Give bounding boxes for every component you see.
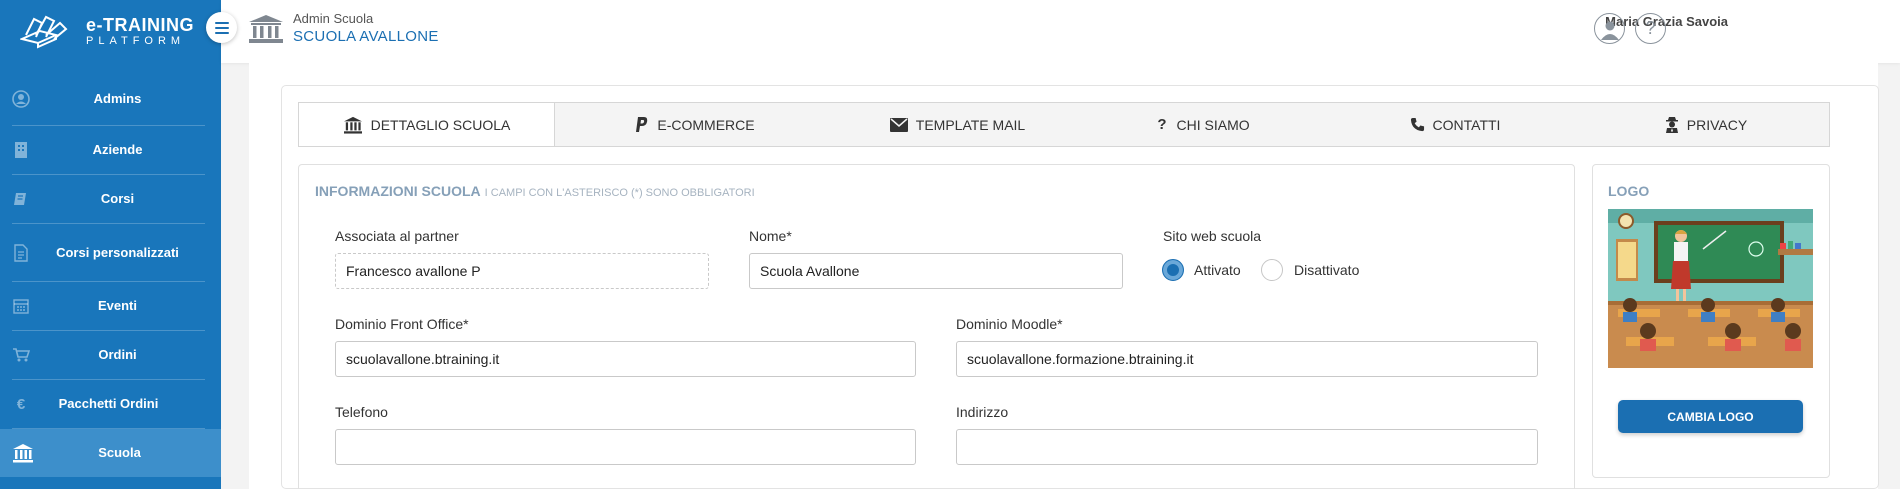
sidebar: e-TRAINING PLATFORM Admins Aziende Corsi	[0, 0, 221, 489]
telefono-label: Telefono	[335, 404, 388, 420]
euro-icon: €	[16, 395, 26, 413]
partner-value: Francesco avallone P	[346, 263, 481, 279]
user-secret-icon	[1665, 116, 1678, 133]
sidebar-item-label: Corsi	[100, 191, 135, 206]
books-logo-icon	[20, 15, 68, 49]
tab-bar: DETTAGLIO SCUOLA E-COMMERCE TEMPLATE MAI…	[298, 102, 1830, 147]
help-button[interactable]: ?	[1635, 13, 1666, 44]
sidebar-item-pacchetti-ordini[interactable]: € Pacchetti Ordini	[12, 380, 205, 429]
sidebar-item-eventi[interactable]: Eventi	[12, 282, 205, 331]
tab-e-commerce[interactable]: E-COMMERCE	[555, 103, 835, 146]
tab-template-mail[interactable]: TEMPLATE MAIL	[835, 103, 1080, 146]
moodle-value: scuolavallone.formazione.btraining.it	[967, 351, 1194, 367]
sidebar-item-corsi[interactable]: Corsi	[12, 175, 205, 224]
sito-web-label: Sito web scuola	[1163, 228, 1262, 244]
panel-title: INFORMAZIONI SCUOLA I CAMPI CON L'ASTERIS…	[315, 183, 755, 199]
institution-icon	[249, 15, 283, 43]
phone-icon	[1410, 117, 1424, 132]
user-circle-icon	[12, 90, 30, 108]
sidebar-item-label: Admins	[93, 91, 142, 106]
sito-attivato-radio[interactable]	[1162, 259, 1184, 281]
tab-label: PRIVACY	[1686, 116, 1748, 133]
sito-disattivato-label[interactable]: Disattivato	[1294, 262, 1359, 278]
nome-label: Nome*	[749, 228, 792, 244]
tab-chi-siamo[interactable]: ? CHI SIAMO	[1080, 103, 1327, 146]
required-note: I CAMPI CON L'ASTERISCO (*) SONO OBBLIGA…	[484, 187, 755, 199]
sidebar-item-label: Eventi	[97, 298, 137, 313]
front-office-label: Dominio Front Office*	[335, 316, 469, 332]
user-avatar-icon	[1600, 21, 1619, 40]
panel-title-text: INFORMAZIONI SCUOLA	[315, 183, 481, 199]
moodle-label: Dominio Moodle*	[956, 316, 1063, 332]
sito-disattivato-radio[interactable]	[1261, 259, 1283, 281]
envelope-icon	[889, 117, 908, 132]
sidebar-item-aziende[interactable]: Aziende	[12, 126, 205, 175]
sidebar-item-scuola[interactable]: Scuola	[0, 429, 221, 477]
tab-contatti[interactable]: CONTATTI	[1327, 103, 1583, 146]
brand-subtitle: PLATFORM	[86, 34, 186, 47]
telefono-input[interactable]	[335, 429, 916, 465]
change-logo-button[interactable]: CAMBIA LOGO	[1618, 400, 1803, 433]
front-office-input[interactable]: scuolavallone.btraining.it	[335, 341, 916, 377]
sidebar-item-label: Aziende	[92, 142, 143, 157]
indirizzo-input[interactable]	[956, 429, 1538, 465]
menu-toggle-button[interactable]	[206, 12, 237, 43]
front-office-value: scuolavallone.btraining.it	[346, 351, 500, 367]
logo-title: LOGO	[1608, 183, 1650, 199]
document-icon	[12, 243, 30, 262]
header-role: Admin Scuola	[293, 11, 374, 26]
nome-value: Scuola Avallone	[760, 263, 860, 279]
sidebar-item-admins[interactable]: Admins	[12, 73, 205, 126]
tab-dettaglio-scuola[interactable]: DETTAGLIO SCUOLA	[299, 103, 555, 146]
cart-icon	[12, 346, 30, 364]
header-school-name: SCUOLA AVALLONE	[293, 28, 439, 45]
paypal-icon	[636, 116, 648, 132]
partner-label: Associata al partner	[335, 228, 459, 244]
institution-icon	[343, 116, 362, 134]
moodle-input[interactable]: scuolavallone.formazione.btraining.it	[956, 341, 1538, 377]
calendar-icon	[12, 297, 30, 315]
sidebar-item-label: Pacchetti Ordini	[58, 396, 159, 411]
tab-label: DETTAGLIO SCUOLA	[370, 116, 511, 133]
tab-privacy[interactable]: PRIVACY	[1583, 103, 1829, 146]
building-icon	[12, 141, 30, 159]
sidebar-item-label: Ordini	[98, 347, 137, 362]
institution-icon	[12, 444, 34, 463]
sidebar-item-ordini[interactable]: Ordini	[12, 331, 205, 380]
school-logo-image	[1608, 209, 1813, 368]
brand-title: e-TRAINING	[86, 14, 194, 35]
question-icon: ?	[1157, 116, 1167, 133]
indirizzo-label: Indirizzo	[956, 404, 1009, 420]
sidebar-item-label: Corsi personalizzati	[56, 244, 179, 260]
sito-attivato-label[interactable]: Attivato	[1194, 262, 1241, 278]
help-icon: ?	[1645, 18, 1656, 38]
tab-label: E-COMMERCE	[657, 116, 755, 133]
tab-label: TEMPLATE MAIL	[915, 116, 1026, 133]
tab-label: CONTATTI	[1432, 116, 1501, 133]
nome-input[interactable]: Scuola Avallone	[749, 253, 1123, 289]
sidebar-item-corsi-personalizzati[interactable]: Corsi personalizzati	[12, 224, 205, 282]
book-icon	[12, 190, 30, 208]
brand-logo[interactable]: e-TRAINING PLATFORM	[0, 0, 221, 62]
user-avatar[interactable]	[1594, 13, 1625, 44]
hamburger-icon	[214, 21, 229, 34]
partner-field[interactable]: Francesco avallone P	[335, 253, 709, 289]
tab-label: CHI SIAMO	[1176, 116, 1250, 133]
